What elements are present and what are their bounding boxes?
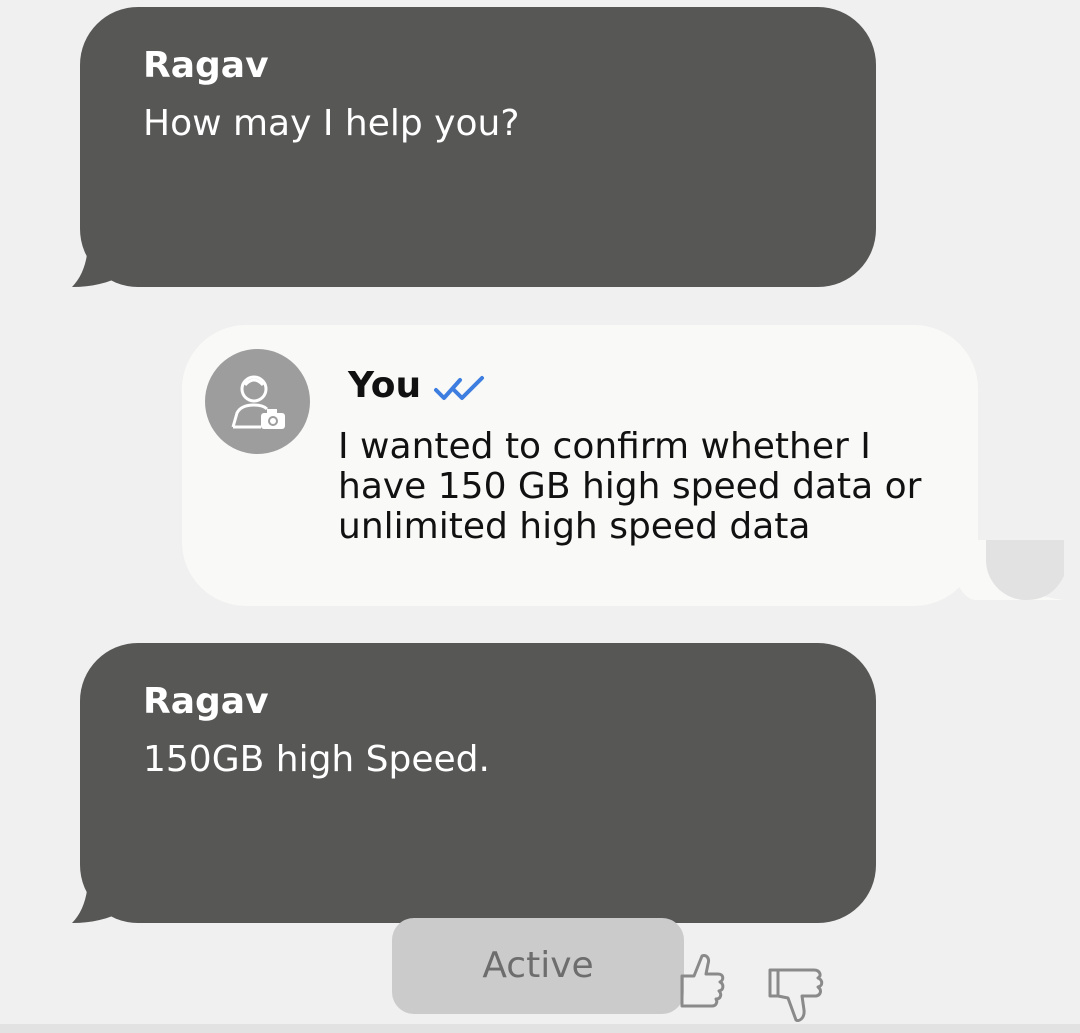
double-check-icon [434,376,484,400]
bubble-tail [72,241,132,287]
sender-name: Ragav [143,681,269,722]
message-text: How may I help you? [143,103,520,144]
agent-message-bubble: Ragav How may I help you? [72,7,876,287]
sender-name: You [348,365,422,406]
user-camera-icon [231,375,285,429]
bubble-tail [72,877,132,923]
message-text: 150GB high Speed. [143,739,490,780]
avatar[interactable] [205,349,310,454]
sender-name: Ragav [143,45,269,86]
message-text: I wanted to confirm whether I have 150 G… [338,426,922,547]
agent-message-bubble: Ragav 150GB high Speed. [72,643,876,923]
status-badge: Active [392,918,684,1014]
bubble-tail [946,540,1066,604]
thumbs-down-icon[interactable] [766,966,828,1026]
divider [0,1024,1080,1033]
thumbs-up-icon[interactable] [672,950,728,1010]
